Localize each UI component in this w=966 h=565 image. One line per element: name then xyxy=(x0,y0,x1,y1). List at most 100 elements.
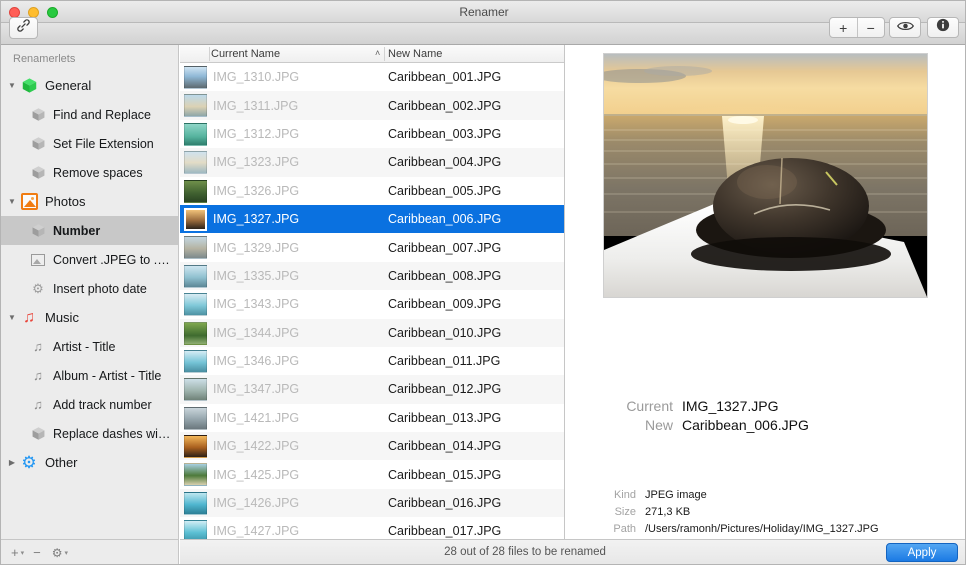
sidebar-group-other[interactable]: ▶ ⚙ Other xyxy=(1,448,178,477)
table-row[interactable]: IMG_1323.JPG Caribbean_004.JPG xyxy=(180,148,564,177)
current-name-cell: IMG_1335.JPG xyxy=(213,268,300,283)
table-row[interactable]: IMG_1327.JPG Caribbean_006.JPG xyxy=(180,204,564,234)
sidebar-item-album-artist-title[interactable]: ♫ Album - Artist - Title xyxy=(1,361,178,390)
info-toggle-button[interactable] xyxy=(927,17,959,38)
file-thumbnail xyxy=(184,491,207,515)
link-icon xyxy=(16,18,31,38)
chevron-down-icon-settings[interactable]: ▾ xyxy=(64,549,68,557)
box-icon xyxy=(29,135,47,153)
table-row[interactable]: IMG_1326.JPG Caribbean_005.JPG xyxy=(180,176,564,205)
table-row[interactable]: IMG_1312.JPG Caribbean_003.JPG xyxy=(180,119,564,149)
toolbar: + − xyxy=(1,17,965,45)
current-name-cell: IMG_1344.JPG xyxy=(213,325,300,340)
apply-button[interactable]: Apply xyxy=(886,543,958,562)
table-row[interactable]: IMG_1425.JPG Caribbean_015.JPG xyxy=(180,460,564,489)
sidebar-item-insert-photo-date[interactable]: ⚙ Insert photo date xyxy=(1,274,178,303)
sidebar-group-photos[interactable]: ▼ Photos xyxy=(1,187,178,216)
name-summary: Current IMG_1327.JPG New Caribbean_006.J… xyxy=(566,398,965,436)
new-name-row: New Caribbean_006.JPG xyxy=(566,417,965,433)
disclosure-triangle-icon[interactable]: ▼ xyxy=(7,81,17,90)
file-thumbnail xyxy=(184,207,207,231)
sidebar-item-set-file-extension[interactable]: Set File Extension xyxy=(1,129,178,158)
status-bar: 28 out of 28 files to be renamed Apply xyxy=(180,539,965,564)
sidebar-item-label: Album - Artist - Title xyxy=(53,368,162,383)
current-name-cell: IMG_1425.JPG xyxy=(213,467,300,482)
image-icon xyxy=(29,251,47,269)
table-row[interactable]: IMG_1343.JPG Caribbean_009.JPG xyxy=(180,290,564,319)
table-row[interactable]: IMG_1329.JPG Caribbean_007.JPG xyxy=(180,233,564,262)
table-row[interactable]: IMG_1347.JPG Caribbean_012.JPG xyxy=(180,375,564,404)
sidebar-item-replace-dashes-with-unde[interactable]: Replace dashes with unde... xyxy=(1,419,178,448)
sidebar-footer: + ▾ − ⚙ ▾ xyxy=(1,539,179,564)
table-row[interactable]: IMG_1310.JPG Caribbean_001.JPG xyxy=(180,63,564,92)
sidebar-item-add-track-number[interactable]: ♫ Add track number xyxy=(1,390,178,419)
new-name-cell: Caribbean_017.JPG xyxy=(388,524,502,539)
table-row[interactable]: IMG_1422.JPG Caribbean_014.JPG xyxy=(180,432,564,461)
sidebar-item-label: Convert .JPEG to .jpg xyxy=(53,252,171,267)
column-header-new-name[interactable]: New Name xyxy=(388,48,442,60)
sidebar-item-label: Insert photo date xyxy=(53,281,147,296)
current-name-cell: IMG_1343.JPG xyxy=(213,297,300,312)
gear-icon[interactable]: ⚙ xyxy=(52,546,63,560)
header-divider-2 xyxy=(384,47,385,61)
table-row[interactable]: IMG_1311.JPG Caribbean_002.JPG xyxy=(180,91,564,120)
add-renamerlet-button[interactable]: + xyxy=(11,545,19,560)
sidebar-item-label: Find and Replace xyxy=(53,107,151,122)
file-rows: IMG_1310.JPG Caribbean_001.JPG IMG_1311.JP… xyxy=(180,63,564,539)
box-icon xyxy=(29,425,47,443)
current-name-cell: IMG_1323.JPG xyxy=(213,155,300,170)
metadata-value: JPEG image xyxy=(645,489,707,501)
file-thumbnail xyxy=(184,66,207,89)
disclosure-triangle-icon[interactable]: ▼ xyxy=(7,197,17,206)
sidebar-item-convert-jpeg-to-jpg[interactable]: Convert .JPEG to .jpg xyxy=(1,245,178,274)
blue-gear-icon: ⚙ xyxy=(21,453,37,472)
table-row[interactable]: IMG_1344.JPG Caribbean_010.JPG xyxy=(180,318,564,347)
current-label: Current xyxy=(626,398,673,414)
table-row[interactable]: IMG_1426.JPG Caribbean_016.JPG xyxy=(180,488,564,518)
sidebar-item-label: Number xyxy=(53,223,101,238)
remove-renamerlet-button[interactable]: − xyxy=(33,545,41,560)
current-name-cell: IMG_1310.JPG xyxy=(213,70,300,85)
current-name-cell: IMG_1422.JPG xyxy=(213,439,300,454)
add-files-button[interactable]: + xyxy=(830,18,858,37)
music-note-icon: ♫ xyxy=(23,308,35,326)
new-name-cell: Caribbean_002.JPG xyxy=(388,98,502,113)
green-box-icon xyxy=(19,76,39,96)
new-name-cell: Caribbean_012.JPG xyxy=(388,382,502,397)
chevron-down-icon[interactable]: ▾ xyxy=(21,549,25,557)
sidebar-item-number[interactable]: Number xyxy=(1,216,178,245)
preview-toggle-button[interactable] xyxy=(889,17,921,38)
info-icon xyxy=(936,18,950,37)
disclosure-triangle-icon[interactable]: ▼ xyxy=(7,313,17,322)
current-name-cell: IMG_1326.JPG xyxy=(213,183,300,198)
sidebar-item-remove-spaces[interactable]: Remove spaces xyxy=(1,158,178,187)
sidebar-group-general[interactable]: ▼ General xyxy=(1,71,178,100)
renamerlet-tree: ▼ General Find and Replace Set File Extensi… xyxy=(1,71,178,477)
link-button[interactable] xyxy=(9,17,38,39)
new-name-cell: Caribbean_008.JPG xyxy=(388,268,502,283)
status-text: 28 out of 28 files to be renamed xyxy=(444,546,606,558)
table-row[interactable]: IMG_1427.JPG Caribbean_017.JPG xyxy=(180,517,564,539)
new-name-cell: Caribbean_013.JPG xyxy=(388,410,502,425)
file-thumbnail xyxy=(184,236,207,260)
table-row[interactable]: IMG_1421.JPG Caribbean_013.JPG xyxy=(180,403,564,433)
table-row[interactable]: IMG_1346.JPG Caribbean_011.JPG xyxy=(180,346,564,376)
column-header-current-name[interactable]: Current Name xyxy=(211,48,280,60)
current-name-cell: IMG_1346.JPG xyxy=(213,354,300,369)
file-thumbnail xyxy=(184,378,207,402)
add-remove-segmented-control[interactable]: + − xyxy=(829,17,885,38)
new-name-cell: Caribbean_004.JPG xyxy=(388,155,502,170)
disclosure-triangle-icon[interactable]: ▶ xyxy=(7,458,17,467)
file-thumbnail xyxy=(184,151,207,175)
remove-files-button[interactable]: − xyxy=(858,18,885,37)
new-name-cell: Caribbean_015.JPG xyxy=(388,467,502,482)
image-preview xyxy=(603,53,928,298)
sidebar-group-music[interactable]: ▼ ♫ Music xyxy=(1,303,178,332)
box-icon xyxy=(29,222,47,240)
sidebar-item-label: Add track number xyxy=(53,397,152,412)
table-row[interactable]: IMG_1335.JPG Caribbean_008.JPG xyxy=(180,261,564,291)
sidebar-item-find-and-replace[interactable]: Find and Replace xyxy=(1,100,178,129)
sidebar-item-artist-title[interactable]: ♫ Artist - Title xyxy=(1,332,178,361)
renamer-window: Renamer + − Renamerlets ▼ General Find a… xyxy=(0,0,966,565)
new-name-cell: Caribbean_006.JPG xyxy=(388,212,502,227)
